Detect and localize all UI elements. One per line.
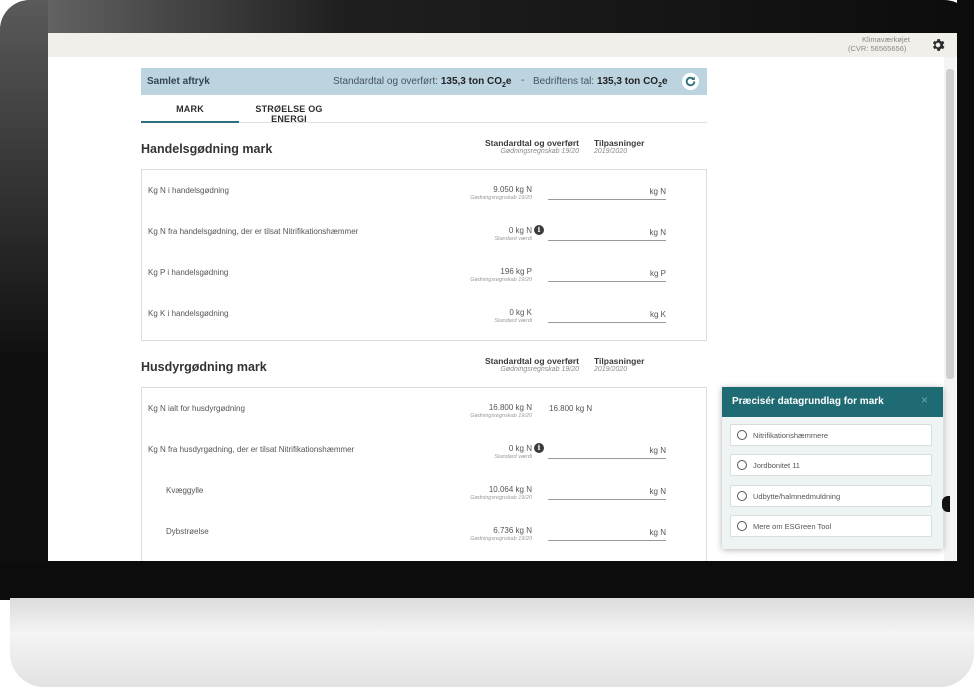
- popup-title: Præcisér datagrundlag for mark: [732, 396, 884, 407]
- org-cvr: (CVR: 56565656): [848, 44, 907, 53]
- summary-standard: Standardtal og overført: 135,3 ton CO2e: [333, 76, 512, 89]
- summary-bar: Samlet aftryk Standardtal og overført: 1…: [141, 68, 707, 95]
- adjustment-input[interactable]: kg N: [548, 527, 666, 541]
- radio-icon[interactable]: [737, 430, 747, 440]
- column-adjustments: Tilpasninger 2019/2020: [594, 356, 645, 373]
- section-title: Handelsgødning mark: [141, 142, 273, 156]
- datagrundlag-popup: Præcisér datagrundlag for mark × Nitrifi…: [722, 387, 943, 549]
- column-adjustments: Tilpasninger 2019/2020: [594, 138, 645, 155]
- adjustment-input[interactable]: kg N: [548, 186, 666, 200]
- close-icon[interactable]: ×: [921, 393, 928, 407]
- section-title: Husdyrgødning mark: [141, 360, 267, 374]
- radio-icon[interactable]: [737, 460, 747, 470]
- laptop-bezel-right: [957, 0, 974, 600]
- popup-option-esgreen[interactable]: Mere om ESGreen Tool: [730, 515, 932, 537]
- section-body-handelsgodning: Kg N i handelsgødning 9.050 kg N Gødnings…: [141, 169, 707, 341]
- radio-icon[interactable]: [737, 491, 747, 501]
- popup-header: Præcisér datagrundlag for mark ×: [722, 387, 943, 417]
- table-row: Kg K i handelsgødning 0 kg K Standard vær…: [148, 308, 666, 324]
- popup-option-jordbonitet[interactable]: Jordbonitet 11: [730, 454, 932, 476]
- table-row: Kg N ialt for husdyrgødning 16.800 kg NG…: [148, 403, 593, 419]
- info-icon[interactable]: i: [534, 225, 544, 235]
- table-row: Kg P i handelsgødning 196 kg P Gødningsre…: [148, 267, 666, 283]
- adjustment-input[interactable]: kg K: [548, 309, 666, 323]
- scrollbar-thumb[interactable]: [946, 69, 954, 379]
- computed-value: 16.800 kg N: [549, 404, 593, 413]
- radio-icon[interactable]: [737, 521, 747, 531]
- org-name: Klimaværkøjet: [862, 35, 910, 44]
- summary-firm-value: 135,3 ton CO2e: [596, 76, 668, 89]
- refresh-icon[interactable]: [682, 73, 699, 90]
- top-bar: Klimaværkøjet (CVR: 56565656): [48, 33, 957, 57]
- tab-mark[interactable]: MARK: [141, 104, 239, 123]
- summary-separator: -: [521, 75, 525, 86]
- column-standard: Standardtal og overført Gødningsregnskab…: [485, 356, 579, 373]
- info-icon[interactable]: i: [534, 443, 544, 453]
- app-screen: Klimaværkøjet (CVR: 56565656) Samlet aft…: [48, 33, 957, 561]
- column-standard: Standardtal og overført Gødningsregnskab…: [485, 138, 579, 155]
- section-body-husdyrgodning: Kg N ialt for husdyrgødning 16.800 kg NG…: [141, 387, 707, 561]
- summary-standard-value: 135,3 ton CO2e: [440, 76, 512, 89]
- table-row: Kvæggylle 10.064 kg N Gødningsregnskab 19…: [166, 485, 666, 501]
- laptop-bezel-left: [0, 0, 48, 600]
- section-header-handelsgodning: Handelsgødning mark Standardtal og overf…: [141, 129, 707, 169]
- adjustment-input[interactable]: kg N: [548, 486, 666, 500]
- tab-bar: MARK STRØELSE OG ENERGI: [141, 95, 707, 124]
- table-row: Kg N fra handelsgødning, der er tilsat N…: [148, 225, 666, 242]
- section-header-husdyrgodning: Husdyrgødning mark Standardtal og overfø…: [141, 347, 707, 387]
- adjustment-input[interactable]: kg P: [548, 268, 666, 282]
- table-row: Dybstrøelse 6.736 kg N Gødningsregnskab 1…: [166, 526, 666, 542]
- popup-option-udbytte[interactable]: Udbytte/halmnedmuldning: [730, 485, 932, 507]
- adjustment-input[interactable]: kg N: [548, 445, 666, 459]
- table-row: Kg N fra husdyrgødning, der er tilsat Ni…: [148, 443, 666, 460]
- popup-toggle-handle[interactable]: [942, 496, 950, 512]
- gear-icon[interactable]: [930, 37, 946, 53]
- summary-firm: Bedriftens tal: 135,3 ton CO2e: [533, 76, 668, 89]
- adjustment-input[interactable]: kg N: [548, 227, 666, 241]
- laptop-base: [10, 598, 974, 687]
- tab-stroelse-og-energi[interactable]: STRØELSE OG ENERGI: [239, 104, 339, 124]
- summary-title: Samlet aftryk: [147, 76, 210, 87]
- laptop-bezel-bottom: [0, 561, 974, 600]
- popup-body: Nitrifikationshæmmere Jordbonitet 11 Udb…: [722, 417, 943, 549]
- table-row: Kg N i handelsgødning 9.050 kg N Gødnings…: [148, 185, 666, 201]
- popup-option-nitrifikation[interactable]: Nitrifikationshæmmere: [730, 424, 932, 446]
